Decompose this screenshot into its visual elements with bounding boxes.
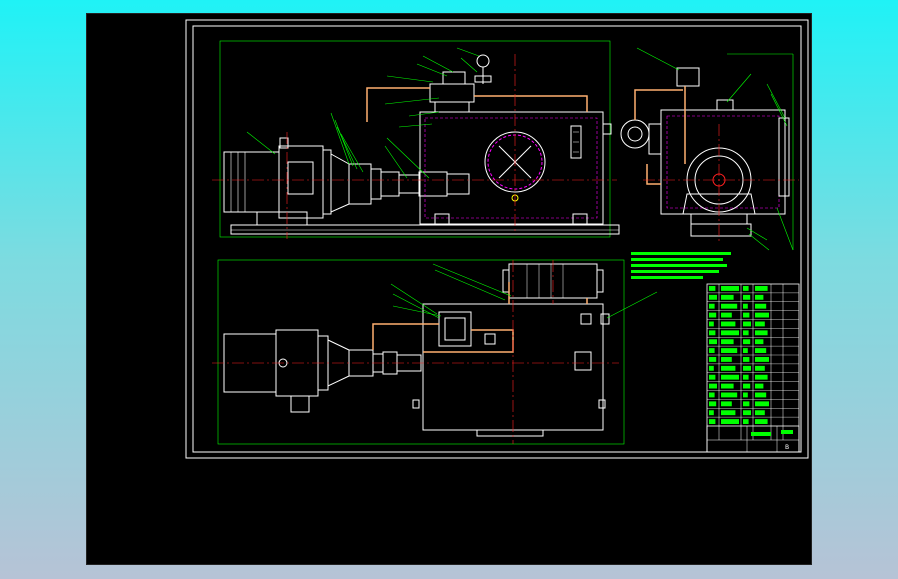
side-view: [620, 47, 799, 251]
valve-assembly: [429, 54, 492, 113]
parts-cell-text: [721, 383, 734, 389]
parts-cell-text: [755, 374, 768, 380]
parts-cell-text: [755, 321, 765, 327]
pipe-return: [366, 87, 430, 122]
parts-cell-text: [755, 312, 769, 318]
parts-cell-text: [743, 357, 750, 362]
parts-cell-text: [721, 374, 739, 380]
parts-cell-text: [755, 410, 765, 416]
parts-cell-text: [743, 374, 749, 380]
parts-cell-text: [743, 330, 749, 336]
parts-cell-text: [721, 303, 738, 309]
parts-cell-text: [755, 294, 764, 300]
parts-cell-text: [755, 357, 769, 362]
parts-cell-text: [709, 286, 716, 291]
parts-cell-text: [743, 401, 750, 407]
parts-cell-text: [743, 303, 748, 309]
parts-cell-text: [721, 392, 738, 398]
parts-cell-text: [721, 294, 734, 300]
parts-cell-text: [755, 286, 768, 291]
parts-cell-text: [709, 312, 717, 318]
parts-cell-text: [743, 321, 751, 327]
parts-cell-text: [709, 419, 716, 424]
parts-cell-text: [709, 348, 715, 353]
parts-cell-text: [721, 286, 739, 291]
parts-cell-text: [721, 401, 732, 407]
parts-list: [706, 283, 800, 453]
parts-cell-text: [755, 419, 768, 424]
motor-front: [223, 137, 332, 226]
parts-cell-text: [743, 348, 748, 353]
parts-cell-text: [755, 365, 765, 371]
parts-cell-text: [755, 401, 769, 407]
plan-view: [212, 259, 658, 445]
parts-cell-text: [721, 357, 732, 362]
parts-cell-text: [743, 383, 751, 389]
parts-cell-text: [721, 330, 739, 336]
parts-cell-text: [721, 410, 736, 416]
parts-cell-text: [755, 392, 767, 398]
parts-cell-text: [755, 339, 764, 345]
parts-cell-text: [743, 410, 751, 416]
technical-notes: [631, 252, 731, 279]
sheet-label: B: [785, 444, 789, 451]
parts-cell-text: [709, 401, 717, 407]
parts-cell-text: [709, 303, 715, 309]
parts-cell-text: [743, 312, 750, 318]
parts-cell-text: [743, 419, 749, 424]
parts-cell-text: [721, 321, 736, 327]
parts-cell-text: [709, 392, 715, 398]
parts-cell-text: [709, 294, 717, 300]
parts-cell-text: [709, 374, 716, 380]
parts-cell-text: [755, 330, 768, 336]
parts-cell-text: [709, 339, 717, 345]
mechanical-drawing: B: [185, 19, 809, 459]
tank-front: [419, 111, 612, 226]
parts-cell-text: [755, 348, 767, 353]
base-skid: [230, 224, 620, 235]
parts-cell-text: [721, 312, 732, 318]
parts-cell-text: [709, 365, 714, 371]
parts-cell-text: [743, 294, 751, 300]
parts-cell-text: [743, 365, 751, 371]
parts-cell-text: [709, 410, 714, 416]
parts-cell-text: [755, 383, 764, 389]
parts-cell-text: [755, 303, 767, 309]
sheet-outer-border: [185, 19, 809, 459]
parts-cell-text: [743, 392, 748, 398]
parts-cell-text: [721, 419, 739, 424]
parts-cell-text: [721, 365, 736, 371]
parts-cell-text: [709, 330, 716, 336]
parts-cell-text: [709, 321, 714, 327]
parts-cell-text: [743, 286, 749, 291]
cad-viewport[interactable]: B: [86, 13, 812, 565]
parts-cell-text: [721, 348, 738, 353]
front-view: [212, 40, 620, 239]
parts-cell-text: [743, 339, 751, 345]
pipe-tank: [474, 95, 588, 112]
parts-cell-text: [721, 339, 734, 345]
parts-cell-text: [709, 357, 717, 362]
parts-cell-text: [709, 383, 717, 389]
